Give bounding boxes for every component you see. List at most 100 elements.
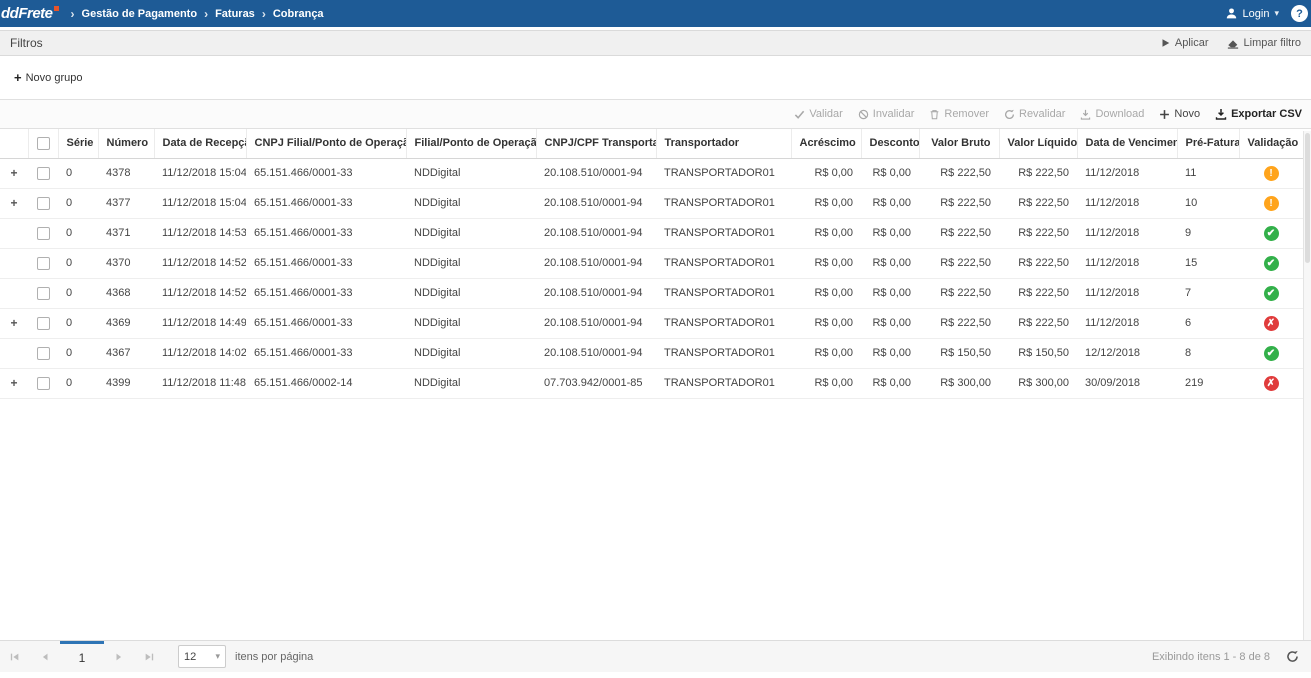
cell-cnpj-transportador: 07.703.942/0001-85: [536, 368, 656, 398]
table-row[interactable]: + 0 4378 11/12/2018 15:04 65.151.466/000…: [0, 158, 1303, 188]
apply-filter-button[interactable]: Aplicar: [1161, 37, 1209, 49]
new-group-button[interactable]: + Novo grupo: [14, 70, 82, 85]
cell-valor-liquido: R$ 150,50: [999, 338, 1077, 368]
row-checkbox[interactable]: [37, 287, 50, 300]
cell-valor-liquido: R$ 222,50: [999, 308, 1077, 338]
cell-transportador: TRANSPORTADOR01: [656, 338, 791, 368]
row-checkbox[interactable]: [37, 227, 50, 240]
column-header-numero[interactable]: Número: [98, 129, 154, 158]
breadcrumb-separator-icon: ›: [262, 7, 266, 21]
clear-filter-button[interactable]: Limpar filtro: [1227, 37, 1301, 49]
cell-valor-bruto: R$ 222,50: [919, 158, 999, 188]
expand-icon[interactable]: +: [10, 316, 17, 330]
invalidate-button[interactable]: Invalidar: [858, 108, 915, 120]
revalidate-label: Revalidar: [1019, 108, 1065, 120]
breadcrumb-item-cobranca[interactable]: Cobrança: [273, 8, 324, 20]
check-icon: [794, 109, 805, 120]
expand-icon[interactable]: +: [10, 166, 17, 180]
cell-validacao: !: [1239, 158, 1303, 188]
cell-filial: NDDigital: [406, 278, 536, 308]
breadcrumb-item-gestao-de-pagamento[interactable]: Gestão de Pagamento: [82, 8, 198, 20]
remove-button[interactable]: Remover: [929, 108, 989, 120]
cell-cnpj-transportador: 20.108.510/0001-94: [536, 248, 656, 278]
column-header-serie[interactable]: Série: [58, 129, 98, 158]
cell-filial: NDDigital: [406, 218, 536, 248]
validate-button[interactable]: Validar: [794, 108, 842, 120]
table-row[interactable]: + 0 4377 11/12/2018 15:04 65.151.466/000…: [0, 188, 1303, 218]
table-row[interactable]: + 0 4367 11/12/2018 14:02 65.151.466/000…: [0, 338, 1303, 368]
column-header-validacao[interactable]: Validação: [1239, 129, 1303, 158]
column-header-cnpj-transportador[interactable]: CNPJ/CPF Transportador: [536, 129, 656, 158]
page-number-button[interactable]: 1: [60, 641, 104, 672]
cell-desconto: R$ 0,00: [861, 368, 919, 398]
cell-valor-liquido: R$ 222,50: [999, 248, 1077, 278]
column-header-cnpj-filial[interactable]: CNPJ Filial/Ponto de Operação: [246, 129, 406, 158]
row-checkbox[interactable]: [37, 377, 50, 390]
table-row[interactable]: + 0 4368 11/12/2018 14:52 65.151.466/000…: [0, 278, 1303, 308]
table-row[interactable]: + 0 4399 11/12/2018 11:48 65.151.466/000…: [0, 368, 1303, 398]
expand-icon[interactable]: +: [10, 376, 17, 390]
column-header-pre-fatura[interactable]: Pré-Fatura: [1177, 129, 1239, 158]
cell-select: [28, 158, 58, 188]
cell-acrescimo: R$ 0,00: [791, 158, 861, 188]
revalidate-button[interactable]: Revalidar: [1004, 108, 1065, 120]
cell-expand: +: [0, 248, 28, 278]
cell-serie: 0: [58, 158, 98, 188]
page-size-select[interactable]: 12 ▾: [178, 645, 226, 668]
validation-warning-icon: !: [1264, 196, 1279, 211]
vertical-scrollbar[interactable]: [1303, 131, 1311, 640]
user-icon: [1225, 7, 1238, 20]
refresh-button[interactable]: [1286, 650, 1299, 663]
cell-select: [28, 188, 58, 218]
cell-transportador: TRANSPORTADOR01: [656, 158, 791, 188]
page-size-value: 12: [184, 651, 196, 663]
expand-icon[interactable]: +: [10, 196, 17, 210]
column-header-acrescimo[interactable]: Acréscimo: [791, 129, 861, 158]
cell-numero: 4371: [98, 218, 154, 248]
row-checkbox[interactable]: [37, 257, 50, 270]
cell-filial: NDDigital: [406, 338, 536, 368]
cell-data-vencimento: 11/12/2018: [1077, 158, 1177, 188]
cell-validacao: ✔: [1239, 218, 1303, 248]
cell-pre-fatura: 8: [1177, 338, 1239, 368]
row-checkbox[interactable]: [37, 197, 50, 210]
row-checkbox[interactable]: [37, 347, 50, 360]
download-button[interactable]: Download: [1080, 108, 1144, 120]
column-header-valor-bruto[interactable]: Valor Bruto: [919, 129, 999, 158]
export-csv-button[interactable]: Exportar CSV: [1215, 108, 1302, 120]
column-label: Data de Recepção: [163, 137, 247, 149]
play-icon: [1161, 38, 1170, 48]
cell-data-vencimento: 11/12/2018: [1077, 308, 1177, 338]
first-page-button[interactable]: [0, 641, 30, 672]
row-checkbox[interactable]: [37, 317, 50, 330]
column-header-valor-liquido[interactable]: Valor Líquido: [999, 129, 1077, 158]
column-header-data-recepcao[interactable]: Data de Recepção↓: [154, 129, 246, 158]
column-header-data-vencimento[interactable]: Data de Vencimento: [1077, 129, 1177, 158]
cell-data-recepcao: 11/12/2018 15:04: [154, 158, 246, 188]
export-icon: [1215, 108, 1227, 120]
table-body: + 0 4378 11/12/2018 15:04 65.151.466/000…: [0, 158, 1303, 398]
column-header-transportador[interactable]: Transportador: [656, 129, 791, 158]
last-page-button[interactable]: [134, 641, 164, 672]
select-all-checkbox[interactable]: [37, 137, 50, 150]
cell-select: [28, 278, 58, 308]
column-header-filial[interactable]: Filial/Ponto de Operação: [406, 129, 536, 158]
help-button[interactable]: ?: [1291, 5, 1308, 22]
app-logo: ddFrete: [1, 5, 59, 22]
next-page-button[interactable]: [104, 641, 134, 672]
table-row[interactable]: + 0 4371 11/12/2018 14:53 65.151.466/000…: [0, 218, 1303, 248]
table-row[interactable]: + 0 4369 11/12/2018 14:49 65.151.466/000…: [0, 308, 1303, 338]
table-row[interactable]: + 0 4370 11/12/2018 14:52 65.151.466/000…: [0, 248, 1303, 278]
row-checkbox[interactable]: [37, 167, 50, 180]
plus-icon: [1159, 109, 1170, 120]
cell-validacao: ✗: [1239, 368, 1303, 398]
eraser-icon: [1227, 37, 1239, 49]
previous-page-button[interactable]: [30, 641, 60, 672]
scrollbar-thumb[interactable]: [1305, 133, 1310, 263]
cell-cnpj-filial: 65.151.466/0002-14: [246, 368, 406, 398]
breadcrumb-item-faturas[interactable]: Faturas: [215, 8, 255, 20]
login-button[interactable]: Login ▾: [1225, 7, 1279, 20]
new-button[interactable]: Novo: [1159, 108, 1200, 120]
column-header-desconto[interactable]: Desconto: [861, 129, 919, 158]
cell-cnpj-transportador: 20.108.510/0001-94: [536, 308, 656, 338]
